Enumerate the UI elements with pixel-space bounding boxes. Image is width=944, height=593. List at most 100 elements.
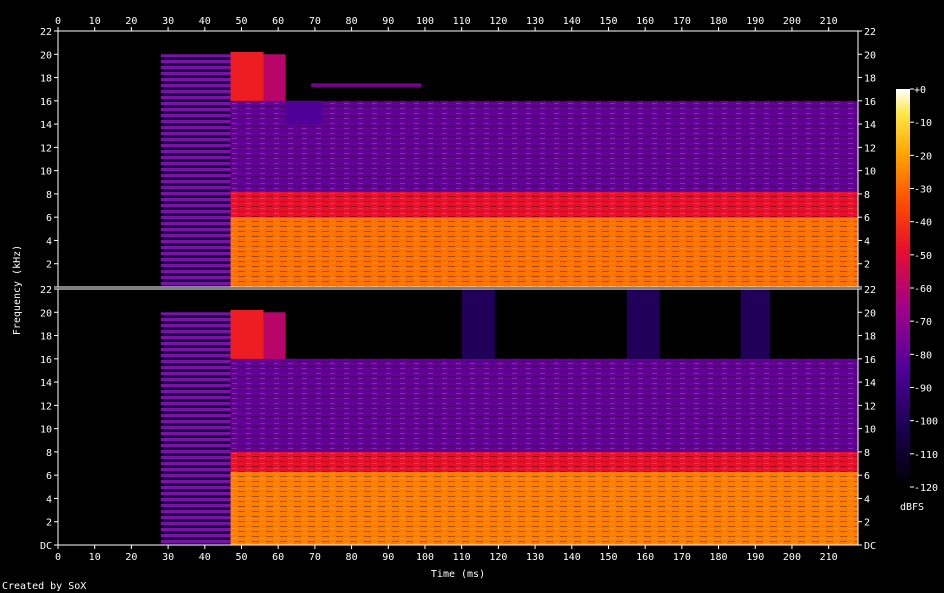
region-tone [311,83,422,87]
colorbar-label: dBFS [900,502,924,513]
y-tick-label: 16 [40,97,52,108]
channel-1-spectrogram [58,31,859,288]
region-texture [230,217,859,287]
x-tick-label-top: 60 [272,16,284,27]
x-tick-label: 180 [710,552,728,563]
x-tick-label-top: 180 [710,16,728,27]
colorbar-tick-label: -10 [914,118,932,129]
x-tick-label-top: 30 [162,16,174,27]
colorbar-tick-label: -50 [914,251,932,262]
y-tick-label: DC [40,541,52,552]
x-tick-label: 210 [820,552,838,563]
colorbar-tick-label: -90 [914,384,932,395]
y-tick-label-right: 14 [864,120,876,131]
y-tick-label: 22 [40,27,52,38]
x-tick-label: 120 [489,552,507,563]
colorbar-tick-label: -60 [914,284,932,295]
x-tick-label-top: 80 [346,16,358,27]
region-texture [230,358,859,452]
credit-text: Created by SoX [2,581,86,592]
x-tick-label: 20 [125,552,137,563]
region-harmonic-comb [160,54,231,287]
spectrogram-plots [58,31,859,545]
x-tick-label-top: 110 [453,16,471,27]
x-tick-label-top: 150 [599,16,617,27]
y-tick-label-right: DC [864,541,876,552]
region-artifact [461,289,495,359]
y-tick-label: 18 [40,74,52,85]
colorbar-tick-label: -40 [914,218,932,229]
x-tick-label: 40 [199,552,211,563]
spectrogram-chart: 2 24 46 68 810 1012 1214 1416 1618 1820 2022 22DC DC… [2,16,938,592]
y-tick-label: 20 [40,50,52,61]
x-tick-label-top: 210 [820,16,838,27]
y-tick-label: 18 [40,332,52,343]
y-tick-label: 2 [46,518,52,529]
y-tick-label: 6 [46,471,52,482]
x-tick-label: 50 [235,552,247,563]
x-tick-label: 100 [416,552,434,563]
x-tick-label: 70 [309,552,321,563]
x-tick-label-top: 100 [416,16,434,27]
y-tick-label-right: 14 [864,378,876,389]
x-tick-label: 190 [746,552,764,563]
y-tick-label-right: 18 [864,74,876,85]
region-artifact [740,289,770,359]
x-tick-label: 80 [346,552,358,563]
x-tick-label-top: 200 [783,16,801,27]
y-tick-label: 20 [40,308,52,319]
x-tick-label: 110 [453,552,471,563]
x-tick-label: 150 [599,552,617,563]
y-tick-label: 4 [46,494,52,505]
x-tick-label: 160 [636,552,654,563]
x-tick-label: 140 [563,552,581,563]
y-tick-label: 16 [40,355,52,366]
x-tick-label-top: 120 [489,16,507,27]
y-tick-label-right: 10 [864,425,876,436]
y-tick-label-right: 16 [864,355,876,366]
y-tick-label-right: 22 [864,27,876,38]
y-tick-label-right: 2 [864,260,870,271]
y-axis-title: Frequency (kHz) [12,245,23,335]
y-tick-label: 6 [46,213,52,224]
y-tick-label: 10 [40,167,52,178]
region-texture [230,471,859,545]
y-tick-label: 22 [40,285,52,296]
colorbar-tick-label: -100 [914,417,938,428]
x-tick-label-top: 140 [563,16,581,27]
y-tick-label-right: 12 [864,143,876,154]
x-tick-label-top: 50 [235,16,247,27]
region-edge [285,100,323,125]
y-tick-label: 14 [40,378,52,389]
x-tick-label: 90 [382,552,394,563]
y-tick-label-right: 12 [864,401,876,412]
x-tick-label: 60 [272,552,284,563]
y-tick-label-right: 20 [864,308,876,319]
region-texture [230,451,859,472]
x-tick-label-top: 130 [526,16,544,27]
colorbar-tick-label: -80 [914,350,932,361]
region-harmonic-comb [160,312,231,545]
x-tick-label-top: 40 [199,16,211,27]
y-tick-label-right: 2 [864,518,870,529]
y-tick-label-right: 20 [864,50,876,61]
colorbar-ticks: +0 -10 -20 -30 -40 -50 -60 -70 -80 -90 -100 -110 -12… [910,85,938,494]
x-tick-label: 170 [673,552,691,563]
y-tick-label: 12 [40,143,52,154]
y-tick-label-right: 18 [864,332,876,343]
x-tick-label-top: 160 [636,16,654,27]
x-tick-label-top: 0 [55,16,61,27]
x-tick-label-top: 170 [673,16,691,27]
colorbar-tick-label: -120 [914,483,938,494]
x-tick-label-top: 70 [309,16,321,27]
y-tick-label: 12 [40,401,52,412]
y-tick-label-right: 4 [864,494,870,505]
x-tick-label-top: 10 [89,16,101,27]
x-tick-label-top: 20 [125,16,137,27]
x-tick-label: 30 [162,552,174,563]
colorbar-tick-label: -20 [914,151,932,162]
y-tick-label: 2 [46,260,52,271]
x-tick-label: 0 [55,552,61,563]
colorbar-tick-label: -70 [914,317,932,328]
region-artifact [626,289,660,359]
